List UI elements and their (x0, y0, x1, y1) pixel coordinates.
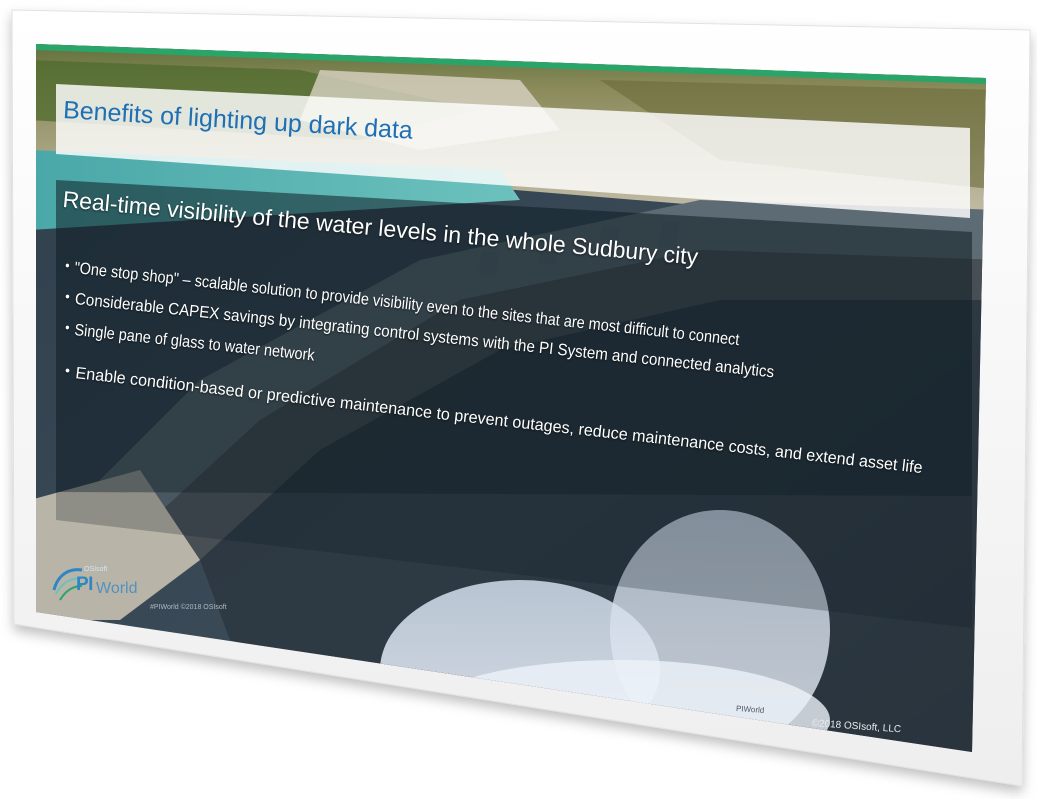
bullet-glyph: • (64, 257, 71, 274)
bullet-glyph: • (64, 288, 71, 305)
bullet-glyph: • (64, 319, 71, 336)
logo-brand: OSIsoft (84, 566, 108, 573)
logo-world: World (96, 580, 138, 597)
footer-hashtag: #PIWorld ©2018 OSIsoft (150, 604, 227, 611)
footer-mid: PIWorld (735, 704, 765, 715)
logo-pi: PI (76, 574, 93, 595)
bullet-glyph: • (64, 362, 71, 379)
